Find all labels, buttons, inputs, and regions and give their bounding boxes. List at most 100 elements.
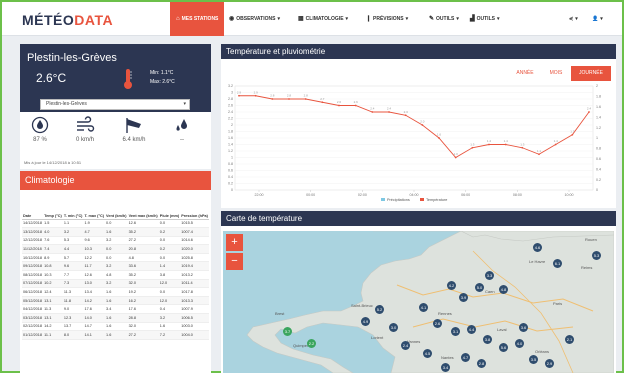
column-header[interactable]: Date bbox=[22, 193, 44, 220]
last-updated-text: Mis à jour le 14/12/2018 à 10:51 bbox=[24, 160, 82, 165]
table-cell: 1013.3 bbox=[180, 296, 209, 306]
nav-item-2[interactable]: ▦ CLIMATOLOGIE ▾ bbox=[298, 2, 348, 36]
table-cell: 7.4 bbox=[43, 244, 63, 254]
brand-part1: MÉTÉO bbox=[22, 12, 75, 28]
station-marker[interactable]: 3.1 bbox=[451, 327, 460, 336]
station-marker[interactable]: 2.8 bbox=[477, 359, 486, 368]
table-cell: 1011.4 bbox=[180, 279, 209, 289]
brand-logo[interactable]: MÉTÉODATA bbox=[22, 12, 113, 28]
station-marker[interactable]: 5.6 bbox=[499, 343, 508, 352]
station-marker[interactable]: 3.6 bbox=[519, 323, 528, 332]
nav-item-1[interactable]: ◉ OBSERVATIONS ▾ bbox=[229, 2, 280, 36]
station-marker[interactable]: 5.3 bbox=[592, 251, 601, 260]
temperature-point bbox=[288, 98, 290, 100]
table-cell: 12.4 bbox=[43, 287, 63, 297]
table-cell: 12/12/2018 bbox=[22, 236, 44, 246]
table-cell: 0.4 bbox=[158, 304, 181, 315]
station-marker[interactable]: 2.6 bbox=[433, 319, 442, 328]
column-header[interactable]: T. min (°C) bbox=[62, 193, 84, 220]
temperature-point bbox=[488, 143, 490, 146]
nav-item-0[interactable]: ⌂ MES STATIONS bbox=[170, 2, 225, 36]
table-cell: 0.0 bbox=[158, 287, 181, 297]
station-marker[interactable]: 2.1 bbox=[565, 335, 574, 344]
column-header[interactable]: Vent max (km/h) bbox=[127, 193, 159, 220]
table-cell: 1007.9 bbox=[180, 304, 209, 315]
nav-item-3[interactable]: ❙ PRÉVISIONS ▾ bbox=[366, 2, 408, 36]
y-tick-label: 2.8 bbox=[228, 97, 233, 101]
station-marker[interactable]: 3.7 bbox=[283, 327, 292, 336]
station-marker[interactable]: 4.6 bbox=[533, 243, 542, 252]
column-header[interactable]: Temp (°C) bbox=[43, 193, 63, 220]
station-marker[interactable]: 4.8 bbox=[499, 285, 508, 294]
station-marker[interactable]: 6.1 bbox=[553, 259, 562, 268]
y-tick-label: 1 bbox=[231, 156, 233, 160]
wind-icon bbox=[77, 116, 95, 132]
thermometer-icon: ❙ bbox=[366, 16, 372, 22]
table-cell: 3.2 bbox=[62, 227, 84, 237]
station-marker[interactable]: 2.9 bbox=[545, 359, 554, 368]
user-menu[interactable]: 👤 ▾ bbox=[592, 2, 603, 36]
station-marker[interactable]: 4.9 bbox=[361, 317, 370, 326]
table-row: 03/12/2018 13.1 12.3 14.0 1.6 28.8 3.2 1006.5 bbox=[22, 313, 209, 323]
column-header[interactable]: Vent (km/h) bbox=[105, 193, 128, 220]
station-marker[interactable]: 4.4 bbox=[467, 325, 476, 334]
station-marker[interactable]: 3.0 bbox=[389, 323, 398, 332]
table-cell: 1007.4 bbox=[180, 227, 209, 237]
station-marker[interactable]: 2.4 bbox=[401, 341, 410, 350]
station-marker[interactable]: 3.4 bbox=[441, 363, 450, 372]
x-tick-label: 22:00 bbox=[255, 193, 264, 197]
brand-part2: DATA bbox=[74, 12, 114, 28]
chevron-down-icon: ▾ bbox=[575, 16, 578, 22]
nav-item-5[interactable]: ▟ OUTILS ▾ bbox=[470, 2, 499, 36]
zoom-out-button[interactable]: − bbox=[226, 253, 243, 270]
station-marker[interactable]: 2.2 bbox=[307, 339, 316, 348]
gust-value: 6.4 km/h bbox=[122, 137, 146, 143]
table-cell: 1.1 bbox=[62, 219, 84, 229]
table-cell: 09/12/2018 bbox=[22, 261, 44, 272]
station-marker[interactable]: 3.3 bbox=[485, 271, 494, 280]
chevron-down-icon: ▾ bbox=[600, 16, 603, 22]
top-navbar: MÉTÉODATA ⌂ MES STATIONS ◉ OBSERVATIONS ▾ ▦ CL… bbox=[2, 2, 622, 36]
table-cell: 27.2 bbox=[127, 330, 159, 340]
column-header[interactable]: T. max (°C) bbox=[83, 193, 106, 220]
table-cell: 12.0 bbox=[158, 296, 181, 306]
station-marker[interactable]: 3.9 bbox=[459, 293, 468, 302]
city-label: Brest bbox=[275, 311, 285, 316]
station-marker[interactable]: 4.5 bbox=[423, 349, 432, 358]
column-header[interactable]: Pluie (mm) bbox=[158, 193, 181, 220]
temperature-map[interactable]: Rouen Caen Rennes Nantes Laval Vannes Lorient S… bbox=[223, 231, 614, 373]
station-marker[interactable]: 4.1 bbox=[419, 303, 428, 312]
column-header[interactable]: Pression (hPa) bbox=[180, 193, 209, 220]
station-marker[interactable]: 5.0 bbox=[475, 283, 484, 292]
station-marker[interactable]: 3.5 bbox=[529, 355, 538, 364]
x-tick-label: 04:00 bbox=[410, 193, 419, 197]
station-marker[interactable]: 4.2 bbox=[447, 281, 456, 290]
data-label: 2.8 bbox=[270, 94, 275, 98]
data-label: 1.4 bbox=[554, 139, 559, 143]
station-marker[interactable]: 4.0 bbox=[515, 339, 524, 348]
table-cell: 1.6 bbox=[105, 287, 128, 297]
zoom-in-button[interactable]: + bbox=[226, 234, 243, 251]
table-cell: 13.1 bbox=[43, 296, 63, 306]
temperature-point bbox=[454, 156, 457, 159]
station-marker[interactable]: 4.7 bbox=[461, 353, 470, 362]
legend-label: Précipitations bbox=[387, 198, 410, 202]
station-select[interactable]: Plestin-les-Grèves ▾ bbox=[40, 99, 190, 110]
table-cell: 32.0 bbox=[127, 279, 159, 289]
city-label: Orléans bbox=[535, 349, 550, 354]
chart-icon: ▟ bbox=[470, 16, 475, 22]
data-label: 1.0 bbox=[454, 152, 459, 156]
max-temp: Max: 2.6°C bbox=[150, 79, 175, 85]
table-cell: 4.0 bbox=[43, 227, 63, 237]
y-tick-label: 0.6 bbox=[228, 169, 233, 173]
share-menu[interactable]: ⋞ ▾ bbox=[569, 2, 578, 36]
table-cell: 0.0 bbox=[158, 253, 181, 263]
temperature-point bbox=[588, 111, 590, 113]
station-marker[interactable]: 3.8 bbox=[483, 335, 492, 344]
table-cell: 13.1 bbox=[43, 313, 63, 323]
station-marker[interactable]: 5.2 bbox=[375, 305, 384, 314]
table-row: 11/12/2018 7.4 4.4 10.3 0.0 20.8 0.2 1020.0 bbox=[22, 244, 209, 254]
y-tick-label: 1.8 bbox=[228, 130, 233, 134]
table-cell: 7.2 bbox=[158, 330, 181, 340]
nav-item-4[interactable]: ✎ OUTILS ▾ bbox=[429, 2, 459, 36]
